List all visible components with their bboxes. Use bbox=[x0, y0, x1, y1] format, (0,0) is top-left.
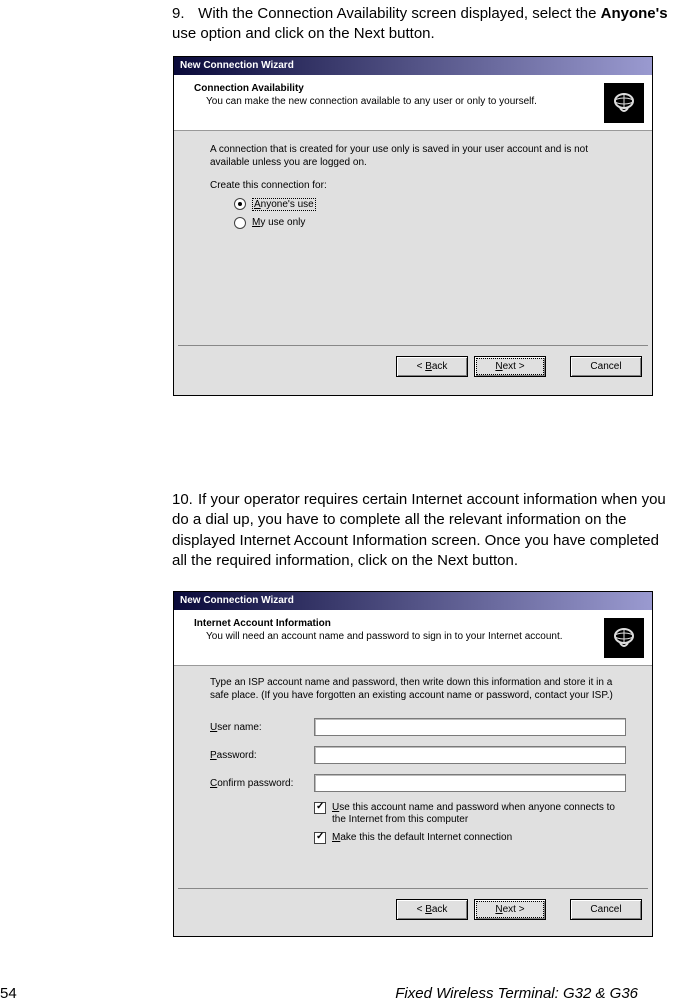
wizard-internet-account: New Connection Wizard Internet Account I… bbox=[173, 591, 653, 937]
wizard-header: Internet Account Information You will ne… bbox=[174, 610, 652, 666]
cancel-button[interactable]: Cancel bbox=[570, 356, 642, 377]
back-button[interactable]: < Back bbox=[396, 356, 468, 377]
step-10-number: 10. bbox=[172, 490, 198, 510]
row-password: Password: bbox=[210, 746, 626, 764]
step-9-text: 9. With the Connection Availability scre… bbox=[172, 4, 674, 45]
row-confirm: Confirm password: bbox=[210, 774, 626, 792]
input-password[interactable] bbox=[314, 746, 626, 764]
button-row: < Back Next > Cancel bbox=[174, 346, 652, 387]
titlebar: New Connection Wizard bbox=[174, 57, 652, 75]
label-username: User name: bbox=[210, 722, 314, 733]
label-password: Password: bbox=[210, 750, 314, 761]
connection-icon bbox=[604, 618, 644, 658]
wizard-connection-availability: New Connection Wizard Connection Availab… bbox=[173, 56, 653, 396]
checkbox-use-account[interactable] bbox=[314, 802, 326, 814]
header-title: Internet Account Information bbox=[194, 618, 640, 629]
header-subtitle: You can make the new connection availabl… bbox=[206, 96, 640, 107]
input-confirm[interactable] bbox=[314, 774, 626, 792]
check-label-default-conn: Make this the default Internet connectio… bbox=[332, 832, 626, 844]
step-10-body: If your operator requires certain Intern… bbox=[172, 491, 666, 569]
radio-label-anyone: Anyone's use bbox=[252, 198, 316, 211]
input-username[interactable] bbox=[314, 718, 626, 736]
titlebar: New Connection Wizard bbox=[174, 592, 652, 610]
connection-icon bbox=[604, 83, 644, 123]
step-9-post: use option and click on the Next button. bbox=[172, 25, 435, 42]
cancel-button[interactable]: Cancel bbox=[570, 899, 642, 920]
wizard-body: A connection that is created for your us… bbox=[174, 131, 652, 345]
back-button[interactable]: < Back bbox=[396, 899, 468, 920]
radio-input-anyone[interactable] bbox=[234, 198, 246, 210]
step-10-text: 10.If your operator requires certain Int… bbox=[172, 490, 677, 571]
row-username: User name: bbox=[210, 718, 626, 736]
check-default-conn[interactable]: Make this the default Internet connectio… bbox=[314, 832, 626, 844]
page-number: 54 bbox=[0, 985, 17, 1002]
header-title: Connection Availability bbox=[194, 83, 640, 94]
wizard-body: Type an ISP account name and password, t… bbox=[174, 666, 652, 888]
check-label-use-account: Use this account name and password when … bbox=[332, 802, 626, 826]
label-confirm: Confirm password: bbox=[210, 778, 314, 789]
step-9-pre: With the Connection Availability screen … bbox=[198, 5, 600, 22]
step-9-bold: Anyone's bbox=[601, 5, 668, 22]
checkbox-default-conn[interactable] bbox=[314, 832, 326, 844]
check-use-account[interactable]: Use this account name and password when … bbox=[314, 802, 626, 826]
footer-title: Fixed Wireless Terminal: G32 & G36 bbox=[395, 985, 638, 1002]
body-line-2: Create this connection for: bbox=[210, 179, 626, 192]
button-row: < Back Next > Cancel bbox=[174, 889, 652, 930]
radio-my-use-only[interactable]: My use only bbox=[234, 217, 626, 229]
radio-anyones-use[interactable]: Anyone's use bbox=[234, 198, 626, 211]
radio-input-myuse[interactable] bbox=[234, 217, 246, 229]
body-line-1: A connection that is created for your us… bbox=[210, 143, 626, 169]
wizard-header: Connection Availability You can make the… bbox=[174, 75, 652, 131]
step-9-number: 9. bbox=[172, 4, 194, 24]
next-button[interactable]: Next > bbox=[474, 356, 546, 377]
header-subtitle: You will need an account name and passwo… bbox=[206, 631, 640, 642]
next-button[interactable]: Next > bbox=[474, 899, 546, 920]
radio-label-myuse: My use only bbox=[252, 217, 305, 228]
body-line-1: Type an ISP account name and password, t… bbox=[210, 676, 626, 702]
